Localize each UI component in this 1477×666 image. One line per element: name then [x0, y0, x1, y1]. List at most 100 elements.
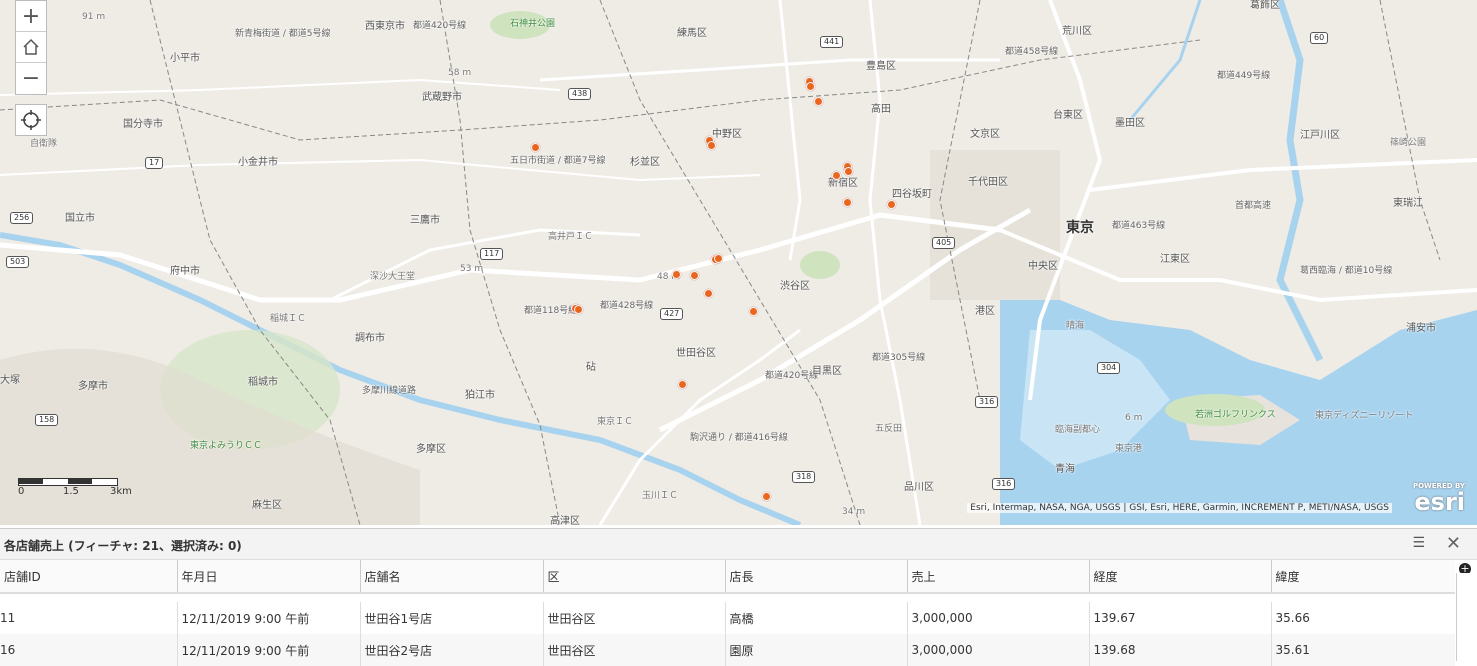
store-point[interactable] — [704, 289, 713, 298]
attribute-table: 店舗ID 年月日 店舗名 区 店長 売上 経度 緯度 11 12/11/2019… — [0, 560, 1455, 666]
home-button[interactable] — [16, 32, 46, 63]
column-header[interactable]: 店長 — [724, 560, 907, 594]
store-point[interactable] — [707, 141, 716, 150]
table-cell: 139.68 — [1088, 634, 1271, 666]
store-point[interactable] — [531, 143, 540, 152]
map-label: 東瑞江 — [1393, 198, 1423, 209]
close-button[interactable]: ✕ — [1446, 533, 1461, 554]
map-label: 東京港 — [1115, 444, 1143, 454]
store-point[interactable] — [690, 271, 699, 280]
table-cell: 世田谷区 — [542, 602, 725, 634]
map-label: 自衛隊 — [30, 139, 58, 149]
map-label: 多摩川線道路 — [362, 386, 417, 396]
close-icon: ✕ — [1445, 533, 1461, 554]
esri-logo[interactable]: POWERED BY esri — [1413, 482, 1465, 514]
map-label: 麻生区 — [252, 500, 282, 511]
map-attribution[interactable]: Esri, Intermap, NASA, NGA, USGS | GSI, E… — [967, 503, 1392, 513]
map-label: 江東区 — [1160, 254, 1190, 265]
table-cell: 世田谷区 — [542, 634, 725, 666]
attribute-table-panel: 各店舗売上 (フィーチャ: 21、選択済み: 0) ☰ ✕ 店舗ID 年月日 店… — [0, 528, 1477, 666]
store-point[interactable] — [672, 270, 681, 279]
store-point[interactable] — [844, 167, 853, 176]
options-menu-button[interactable]: ☰ — [1412, 535, 1425, 551]
scale-zero: 0 — [18, 486, 25, 497]
store-point[interactable] — [814, 97, 823, 106]
map-label: 58 m — [448, 68, 472, 78]
map-label: 西東京市 — [365, 21, 405, 32]
column-header[interactable]: 緯度 — [1270, 560, 1455, 594]
map-label: 荒川区 — [1062, 26, 1092, 37]
map-label: 国分寺市 — [123, 119, 163, 130]
map-label: 港区 — [975, 306, 995, 317]
map-label: 都道420号線 — [765, 371, 819, 381]
map-label: 都道428号線 — [600, 301, 654, 311]
column-header-label: 緯度 — [1275, 569, 1300, 584]
map-view[interactable]: 91 m 新青梅街道 / 都道5号線 西東京市 石神井公園 練馬区 都道420号線 豊島区荒… — [0, 0, 1477, 525]
route-shield: 441 — [820, 36, 844, 48]
column-header[interactable]: 経度 — [1088, 560, 1271, 594]
route-shield: 158 — [35, 414, 59, 426]
column-header[interactable]: 売上 — [906, 560, 1089, 594]
map-label: 石神井公園 — [510, 19, 556, 29]
map-label: 目黒区 — [812, 366, 842, 377]
panel-header: 各店舗売上 (フィーチャ: 21、選択済み: 0) ☰ ✕ — [0, 529, 1477, 560]
table-cell: 139.67 — [1088, 602, 1271, 634]
logo-brand: esri — [1414, 488, 1465, 516]
store-point[interactable] — [678, 380, 687, 389]
zoom-out-button[interactable]: − — [16, 63, 46, 94]
column-header-label: 区 — [547, 569, 560, 584]
locate-button[interactable] — [15, 104, 47, 136]
map-label: 新青梅街道 / 都道5号線 — [235, 29, 331, 39]
map-label: 杉並区 — [630, 157, 660, 168]
store-point[interactable] — [762, 492, 771, 501]
zoom-in-button[interactable]: + — [16, 1, 46, 32]
store-point[interactable] — [887, 200, 896, 209]
map-label: 世田谷区 — [676, 348, 716, 359]
map-label: 東京よみうりＣＣ — [190, 441, 263, 451]
map-label: 江戸川区 — [1300, 130, 1340, 141]
store-point[interactable] — [749, 307, 758, 316]
panel-title: 各店舗売上 (フィーチャ: 21、選択済み: 0) — [4, 539, 242, 553]
store-point[interactable] — [832, 171, 841, 180]
route-shield: 427 — [660, 308, 684, 320]
scale-end: 3km — [110, 486, 132, 497]
table-row[interactable]: 16 12/11/2019 9:00 午前 世田谷2号店 世田谷区 園原 3,0… — [0, 634, 1455, 666]
map-label: 玉川ＩＣ — [642, 491, 679, 501]
vertical-scrollbar[interactable] — [1456, 573, 1477, 661]
map-label: 篠崎公園 — [1390, 138, 1427, 148]
column-header[interactable]: 区 — [542, 560, 725, 594]
map-label: 千代田区 — [968, 177, 1008, 188]
column-header-label: 経度 — [1093, 569, 1118, 584]
column-header[interactable]: 店舗名 — [359, 560, 543, 594]
map-label: 駒沢通り / 都道416号線 — [690, 433, 788, 443]
table-cell: 12/11/2019 9:00 午前 — [176, 634, 360, 666]
map-label: 東京ＩＣ — [597, 417, 634, 427]
map-label: 東京 — [1066, 220, 1094, 236]
store-point[interactable] — [714, 254, 723, 263]
map-label: 五日市街道 / 都道7号線 — [510, 156, 606, 166]
column-header[interactable]: 店舗ID — [0, 560, 177, 594]
column-header[interactable]: 年月日 — [176, 560, 360, 594]
store-point[interactable] — [843, 198, 852, 207]
route-shield: 117 — [480, 248, 504, 260]
map-label: 都道305号線 — [872, 353, 926, 363]
store-point[interactable] — [574, 305, 583, 314]
route-shield: 316 — [992, 478, 1016, 490]
map-label: 臨海副都心 — [1055, 425, 1101, 435]
route-shield: 60 — [1310, 32, 1329, 44]
map-label: 中野区 — [712, 129, 742, 140]
route-shield: 405 — [932, 237, 956, 249]
header-row: 店舗ID 年月日 店舗名 区 店長 売上 経度 緯度 — [0, 560, 1455, 594]
table-row[interactable]: 11 12/11/2019 9:00 午前 世田谷1号店 世田谷区 高橋 3,0… — [0, 602, 1455, 634]
map-label: 都道118号線 — [524, 306, 578, 316]
map-label: 晴海 — [1066, 321, 1085, 331]
map-label: 深沙大王堂 — [370, 272, 416, 282]
locate-icon — [21, 110, 41, 130]
map-label: 小金井市 — [238, 157, 278, 168]
map-label: 6 m — [1125, 413, 1143, 423]
route-shield: 17 — [145, 157, 164, 169]
map-label: 都道458号線 — [1005, 47, 1059, 57]
store-point[interactable] — [806, 82, 815, 91]
table-cell: 35.66 — [1270, 602, 1455, 634]
map-label: 練馬区 — [677, 28, 707, 39]
